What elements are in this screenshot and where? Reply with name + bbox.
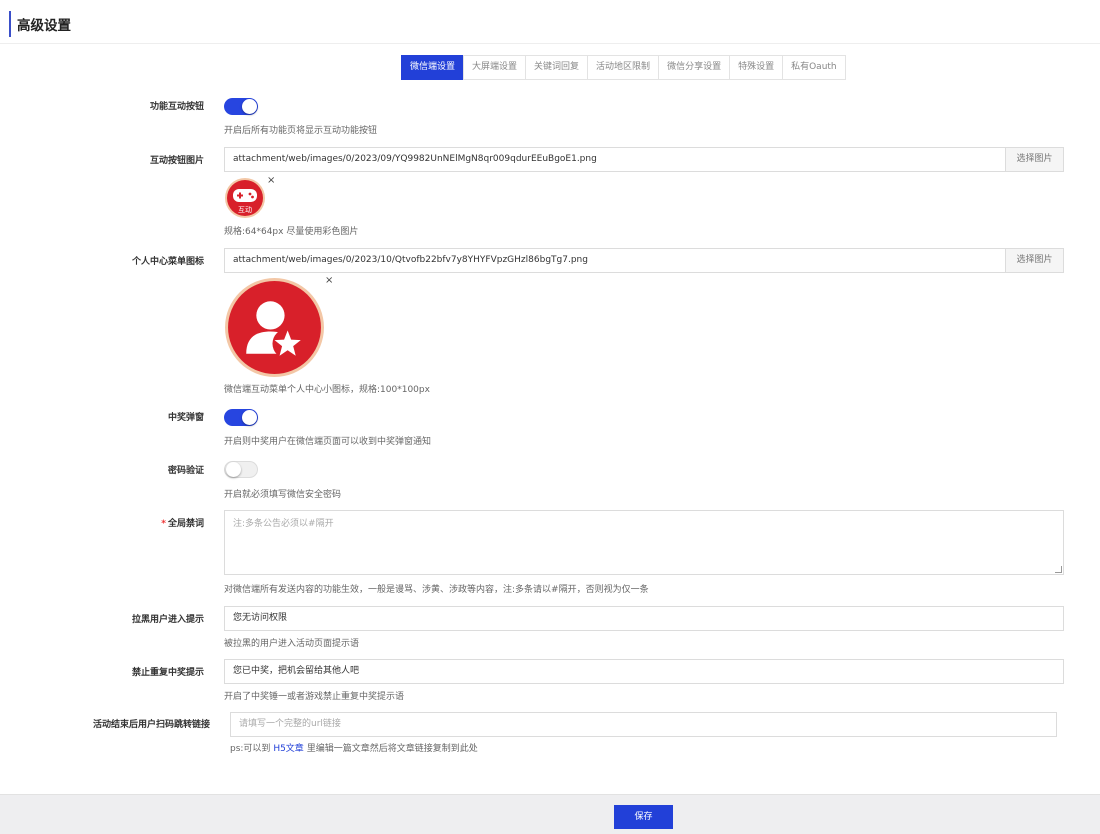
interact-image-label: 互动按钮图片 <box>149 156 204 166</box>
repeat-prize-tip-help: 开启了中奖锤一或者游戏禁止重复中奖提示语 <box>224 692 405 702</box>
required-mark: * <box>161 519 166 529</box>
repeat-prize-tip-label: 禁止重复中奖提示 <box>131 668 204 678</box>
center-icon-select-button[interactable]: 选择图片 <box>1006 248 1064 273</box>
end-redirect-help-prefix: ps:可以到 <box>230 744 271 754</box>
repeat-prize-tip-input[interactable]: 您已中奖，把机会留给其他人吧 <box>224 659 1064 684</box>
h5-article-link[interactable]: H5文章 <box>273 744 304 754</box>
settings-tabs: 微信端设置 大屏端设置 关键词回复 活动地区限制 微信分享设置 特殊设置 私有O… <box>401 55 846 80</box>
footer-bar: 保存 <box>0 794 1100 834</box>
blacklist-tip-label: 拉黑用户进入提示 <box>131 615 204 625</box>
password-verify-toggle[interactable] <box>224 461 258 478</box>
save-button[interactable]: 保存 <box>614 805 673 829</box>
end-redirect-input[interactable]: 请填写一个完整的url链接 <box>230 712 1057 737</box>
thumbnail-caption: 互动 <box>238 206 252 214</box>
interact-button-toggle[interactable] <box>224 98 258 115</box>
title-accent-bar <box>9 11 11 37</box>
tab-wechat-share[interactable]: 微信分享设置 <box>658 55 731 80</box>
global-ban-label-text: 全局禁词 <box>167 519 204 529</box>
toggle-knob <box>226 462 241 477</box>
global-ban-placeholder: 注:多条公告必须以#隔开 <box>233 519 334 529</box>
remove-interact-image-icon[interactable]: × <box>267 176 275 186</box>
interact-image-path-field[interactable]: attachment/web/images/0/2023/09/YQ9982Un… <box>224 147 1006 172</box>
tab-wechat-settings[interactable]: 微信端设置 <box>401 55 465 80</box>
interact-image-help: 规格:64*64px 尽量使用彩色图片 <box>224 227 359 237</box>
remove-center-icon-icon[interactable]: × <box>325 276 333 286</box>
interact-button-label: 功能互动按钮 <box>149 102 204 112</box>
interact-image-select-button[interactable]: 选择图片 <box>1006 147 1064 172</box>
prize-popup-help: 开启则中奖用户在微信端页面可以收到中奖弹窗通知 <box>224 437 432 447</box>
global-ban-help: 对微信端所有发送内容的功能生效，一般是谩骂、涉黄、涉政等内容，注:多条请以#隔开… <box>224 585 649 595</box>
center-icon-path-field[interactable]: attachment/web/images/0/2023/10/Qtvofb22… <box>224 248 1006 273</box>
end-redirect-label: 活动结束后用户扫码跳转链接 <box>92 720 210 730</box>
center-icon-label: 个人中心菜单图标 <box>131 257 204 267</box>
end-redirect-help-suffix: 里编辑一篇文章然后将文章链接复制到此处 <box>306 744 478 754</box>
interact-image-input-group: attachment/web/images/0/2023/09/YQ9982Un… <box>224 147 1064 172</box>
blacklist-tip-help: 被拉黑的用户进入活动页面提示语 <box>224 639 360 649</box>
resize-grip-icon[interactable] <box>1055 566 1062 573</box>
password-verify-label: 密码验证 <box>167 466 204 476</box>
center-icon-thumbnail <box>224 277 325 378</box>
tab-screen-settings[interactable]: 大屏端设置 <box>463 55 527 80</box>
blacklist-tip-input[interactable]: 您无访问权限 <box>224 606 1064 631</box>
tab-private-oauth[interactable]: 私有Oauth <box>782 55 846 80</box>
tab-keyword-reply[interactable]: 关键词回复 <box>525 55 589 80</box>
user-star-icon <box>225 278 324 377</box>
page-header: 高级设置 <box>0 0 1100 44</box>
page-title: 高级设置 <box>17 18 71 34</box>
center-icon-input-group: attachment/web/images/0/2023/10/Qtvofb22… <box>224 248 1064 273</box>
password-verify-help: 开启就必须填写微信安全密码 <box>224 490 342 500</box>
tab-special-settings[interactable]: 特殊设置 <box>729 55 784 80</box>
interact-image-thumbnail: 互动 <box>224 177 266 219</box>
prize-popup-label: 中奖弹窗 <box>167 413 204 423</box>
prize-popup-toggle[interactable] <box>224 409 258 426</box>
interact-button-help: 开启后所有功能页将显示互动功能按钮 <box>224 126 378 136</box>
toggle-knob <box>242 410 257 425</box>
center-icon-help: 微信端互动菜单个人中心小图标，规格:100*100px <box>224 385 430 395</box>
global-ban-label: * 全局禁词 <box>161 516 204 529</box>
toggle-knob <box>242 99 257 114</box>
end-redirect-help: ps:可以到 H5文章 里编辑一篇文章然后将文章链接复制到此处 <box>230 741 478 754</box>
tab-region-limit[interactable]: 活动地区限制 <box>587 55 660 80</box>
global-ban-textarea[interactable]: 注:多条公告必须以#隔开 <box>224 510 1064 575</box>
